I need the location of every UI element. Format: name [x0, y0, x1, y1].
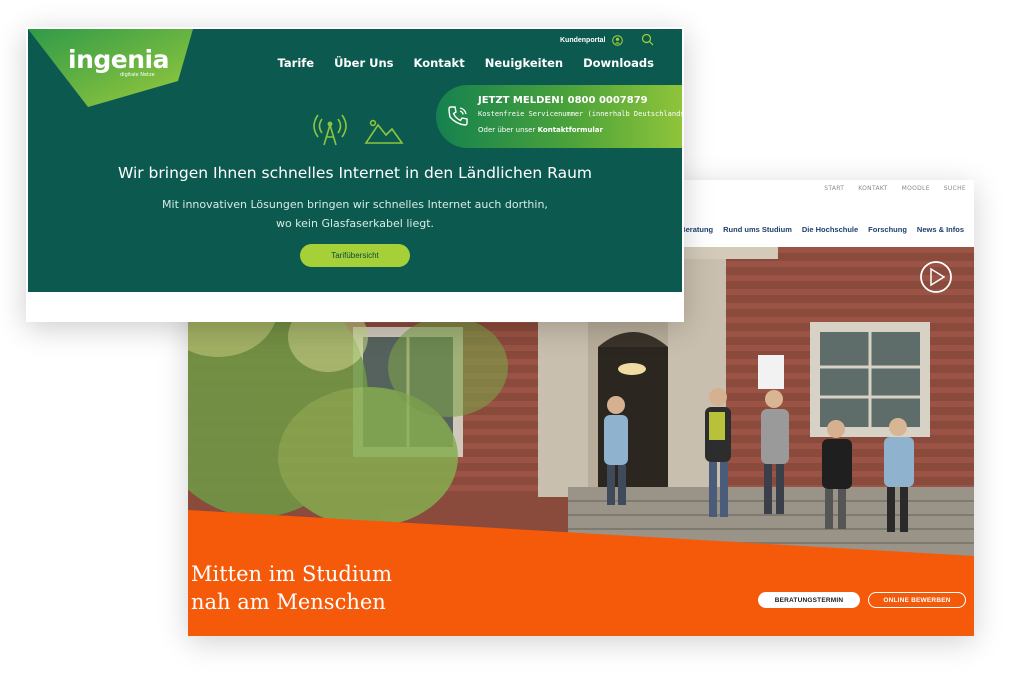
hotline-box: JETZT MELDEN! 0800 0007879 Kostenfreie S…	[436, 85, 682, 148]
nav-item-ueber-uns[interactable]: Über Uns	[334, 56, 393, 70]
kundenportal-link[interactable]: Kundenportal	[560, 35, 623, 46]
utility-link-start[interactable]: START	[824, 185, 844, 192]
online-bewerben-button[interactable]: ONLINE BEWERBEN	[868, 592, 966, 608]
beratungstermin-button[interactable]: BERATUNGSTERMIN	[758, 592, 860, 608]
hotline-title[interactable]: JETZT MELDEN! 0800 0007879	[478, 95, 648, 106]
kundenportal-label: Kundenportal	[560, 37, 606, 44]
utility-link-moodle[interactable]: MOODLE	[902, 185, 930, 192]
hero-subtext-line-2: wo kein Glasfaserkabel liegt.	[275, 217, 435, 230]
kontaktformular-link[interactable]: Kontaktformular	[538, 126, 603, 134]
hero-subtext-line-1: Mit innovativen Lösungen bringen wir sch…	[162, 198, 548, 211]
nav-item-downloads[interactable]: Downloads	[583, 56, 654, 70]
nav-item-kontakt[interactable]: Kontakt	[414, 56, 465, 70]
ingenia-hero: ingenia digitale Netze Kundenportal Tari…	[28, 29, 682, 292]
tarifuebersicht-button[interactable]: Tarifübersicht	[300, 244, 410, 267]
nav-item-die-hochschule[interactable]: Die Hochschule	[802, 225, 858, 234]
nav-item-tarife[interactable]: Tarife	[278, 56, 315, 70]
hotline-alt-prefix: Oder über unser	[478, 126, 536, 134]
nav-item-beratung[interactable]: Beratung	[680, 225, 713, 234]
landscape-icon	[364, 119, 404, 144]
hotline-subtitle: Kostenfreie Servicenummer (innerhalb Deu…	[478, 110, 682, 118]
ingenia-main-nav: Tarife Über Uns Kontakt Neuigkeiten Down…	[278, 56, 654, 70]
ingenia-logo-tagline: digitale Netze	[120, 72, 155, 78]
nav-item-neuigkeiten[interactable]: Neuigkeiten	[485, 56, 563, 70]
main-nav: ng Beratung Rund ums Studium Die Hochsch…	[661, 225, 964, 234]
phone-icon	[448, 106, 468, 126]
antenna-icon	[313, 114, 347, 146]
utility-nav: START KONTAKT MOODLE SUCHE	[824, 185, 966, 192]
nav-item-news-infos[interactable]: News & Infos	[917, 225, 964, 234]
hero-headline: Mitten im Studium nah am Menschen	[191, 560, 392, 616]
nav-item-rund-ums-studium[interactable]: Rund ums Studium	[723, 225, 792, 234]
utility-link-kontakt[interactable]: KONTAKT	[858, 185, 887, 192]
headline-line-2: nah am Menschen	[191, 590, 386, 614]
user-icon	[611, 35, 623, 46]
hotline-alternative: Oder über unser Kontaktformular	[478, 126, 603, 134]
ingenia-website-screenshot: ingenia digitale Netze Kundenportal Tari…	[26, 27, 684, 322]
search-icon[interactable]	[641, 33, 654, 46]
hero-subtext: Mit innovativen Lösungen bringen wir sch…	[28, 195, 682, 233]
utility-link-suche[interactable]: SUCHE	[944, 185, 966, 192]
nav-item-forschung[interactable]: Forschung	[868, 225, 907, 234]
headline-line-1: Mitten im Studium	[191, 562, 392, 586]
ingenia-logo[interactable]: ingenia	[68, 45, 169, 74]
hero-heading: Wir bringen Ihnen schnelles Internet in …	[117, 164, 593, 182]
